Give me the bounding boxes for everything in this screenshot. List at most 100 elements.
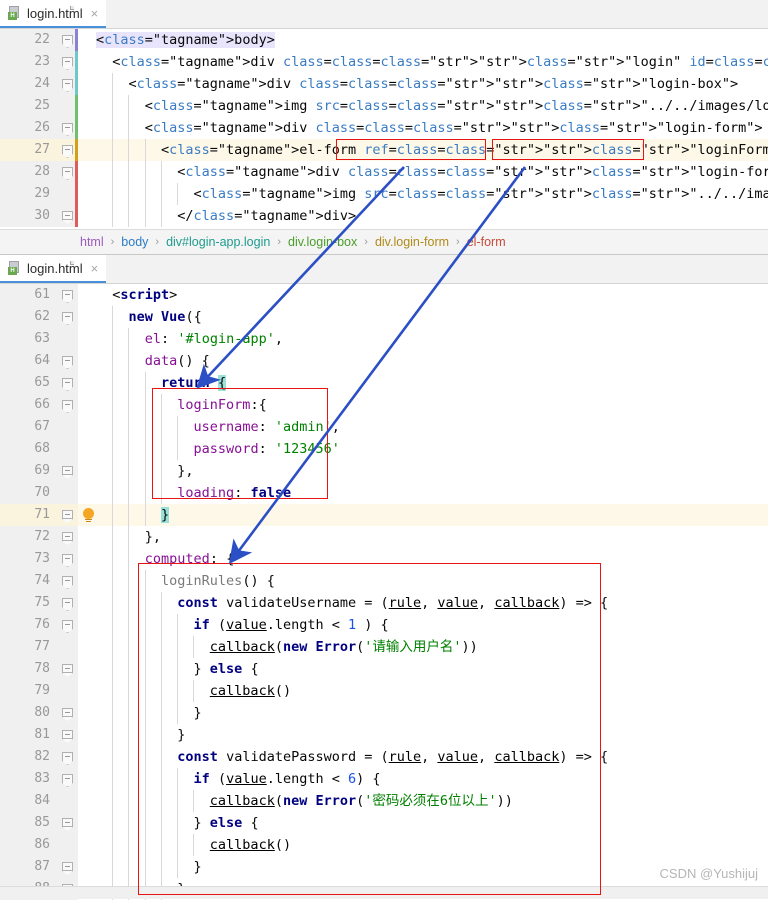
breadcrumb-item[interactable]: div.login-form (373, 235, 451, 249)
code-line[interactable]: 25 <class="tagname">img src=class=class=… (0, 95, 768, 117)
code-line[interactable]: 62 new Vue({ (0, 306, 768, 328)
code-line[interactable]: 29 <class="tagname">img src=class=class=… (0, 183, 768, 205)
code-line[interactable]: 27 <class="tagname">el-form ref=class=cl… (0, 139, 768, 161)
fold-close-icon[interactable] (62, 532, 73, 542)
vcs-change-marker (75, 139, 78, 161)
fold-close-icon[interactable] (62, 818, 73, 828)
code-line[interactable]: 69 }, (0, 460, 768, 482)
code-line[interactable]: 82 const validatePassword = (rule, value… (0, 746, 768, 768)
tab-login-html-top[interactable]: H login.html × (0, 0, 107, 28)
code-text: new Vue({ (128, 309, 202, 325)
code-line[interactable]: 81 } (0, 724, 768, 746)
line-number: 62 (34, 309, 50, 324)
fold-open-icon[interactable] (62, 576, 73, 586)
line-number: 77 (34, 639, 50, 654)
code-text: <script> (96, 287, 178, 303)
line-number: 29 (34, 186, 50, 201)
code-line[interactable]: 23 <class="tagname">div class=class=clas… (0, 51, 768, 73)
fold-open-icon[interactable] (62, 57, 73, 67)
fold-open-icon[interactable] (62, 598, 73, 608)
line-number: 87 (34, 859, 50, 874)
code-line[interactable]: 84 callback(new Error('密码必须在6位以上')) (0, 790, 768, 812)
fold-open-icon[interactable] (62, 123, 73, 133)
editor-pane-bottom[interactable]: 61 <script> 62 new Vue({63 el: '#login-ap… (0, 284, 768, 904)
code-line[interactable]: 28 <class="tagname">div class=class=clas… (0, 161, 768, 183)
editor-pane-top[interactable]: 22 <class="tagname">body> 23 <class="tagna… (0, 29, 768, 229)
code-line[interactable]: 30 </class="tagname">div> (0, 205, 768, 227)
code-line[interactable]: 61 <script> (0, 284, 768, 306)
breadcrumb-item[interactable]: div#login-app.login (164, 235, 272, 249)
close-icon[interactable]: × (88, 7, 99, 20)
code-line[interactable]: 68 password: '123456' (0, 438, 768, 460)
fold-close-icon[interactable] (62, 510, 73, 520)
code-line[interactable]: 76 if (value.length < 1 ) { (0, 614, 768, 636)
code-line[interactable]: 83 if (value.length < 6) { (0, 768, 768, 790)
code-line[interactable]: 72 }, (0, 526, 768, 548)
code-line[interactable]: 80 } (0, 702, 768, 724)
fold-close-icon[interactable] (62, 466, 73, 476)
line-number: 82 (34, 749, 50, 764)
code-line[interactable]: 73 computed: { (0, 548, 768, 570)
tab-label: login.html (27, 260, 83, 276)
fold-close-icon[interactable] (62, 211, 73, 221)
code-text: callback() (209, 683, 292, 699)
line-number: 66 (34, 397, 50, 412)
close-icon[interactable]: × (88, 262, 99, 275)
fold-open-icon[interactable] (62, 35, 73, 45)
code-line[interactable]: 78 } else { (0, 658, 768, 680)
code-line[interactable]: 70 loading: false (0, 482, 768, 504)
code-text: const validatePassword = (rule, value, c… (177, 749, 609, 765)
code-line[interactable]: 65 return { (0, 372, 768, 394)
code-line[interactable]: 79 callback() (0, 680, 768, 702)
line-number: 69 (34, 463, 50, 478)
code-line[interactable]: 74 loginRules() { (0, 570, 768, 592)
code-line[interactable]: 64 data() { (0, 350, 768, 372)
fold-open-icon[interactable] (62, 378, 73, 388)
fold-open-icon[interactable] (62, 774, 73, 784)
code-line[interactable]: 86 callback() (0, 834, 768, 856)
code-line[interactable]: 71 } (0, 504, 768, 526)
code-text: const validateUsername = (rule, value, c… (177, 595, 609, 611)
tab-login-html-bottom[interactable]: H login.html × (0, 255, 107, 283)
code-line[interactable]: 67 username: 'admin', (0, 416, 768, 438)
fold-open-icon[interactable] (62, 145, 73, 155)
line-number: 24 (34, 76, 50, 91)
line-number: 27 (34, 142, 50, 157)
code-text: } else { (96, 815, 259, 831)
intention-bulb-icon[interactable] (82, 508, 95, 522)
tab-label: login.html (27, 5, 83, 21)
line-number: 22 (34, 32, 50, 47)
code-text: callback(new Error('请输入用户名')) (209, 639, 478, 655)
fold-open-icon[interactable] (62, 400, 73, 410)
fold-open-icon[interactable] (62, 554, 73, 564)
fold-open-icon[interactable] (62, 290, 73, 300)
breadcrumb-item[interactable]: el-form (465, 235, 508, 249)
breadcrumb-item[interactable]: div.login-box (286, 235, 359, 249)
code-line[interactable]: 66 loginForm:{ (0, 394, 768, 416)
fold-close-icon[interactable] (62, 862, 73, 872)
code-text: <class="tagname">img src=class=class="st… (96, 186, 768, 202)
code-line[interactable]: 26 <class="tagname">div class=class=clas… (0, 117, 768, 139)
fold-close-icon[interactable] (62, 708, 73, 718)
code-line[interactable]: 22 <class="tagname">body> (0, 29, 768, 51)
breadcrumb-item[interactable]: body (119, 235, 150, 249)
fold-open-icon[interactable] (62, 356, 73, 366)
fold-open-icon[interactable] (62, 79, 73, 89)
fold-open-icon[interactable] (62, 620, 73, 630)
code-text: callback(new Error('密码必须在6位以上')) (209, 793, 513, 809)
line-number: 83 (34, 771, 50, 786)
code-text: <class="tagname">el-form ref=class=class… (96, 142, 768, 158)
fold-close-icon[interactable] (62, 664, 73, 674)
code-line[interactable]: 87 } (0, 856, 768, 878)
code-line[interactable]: 24 <class="tagname">div class=class=clas… (0, 73, 768, 95)
fold-close-icon[interactable] (62, 730, 73, 740)
breadcrumb-item[interactable]: html (78, 235, 106, 249)
code-line[interactable]: 63 el: '#login-app', (0, 328, 768, 350)
fold-open-icon[interactable] (62, 752, 73, 762)
code-line[interactable]: 75 const validateUsername = (rule, value… (0, 592, 768, 614)
fold-open-icon[interactable] (62, 312, 73, 322)
fold-open-icon[interactable] (62, 167, 73, 177)
line-number: 70 (34, 485, 50, 500)
code-line[interactable]: 85 } else { (0, 812, 768, 834)
code-line[interactable]: 77 callback(new Error('请输入用户名')) (0, 636, 768, 658)
